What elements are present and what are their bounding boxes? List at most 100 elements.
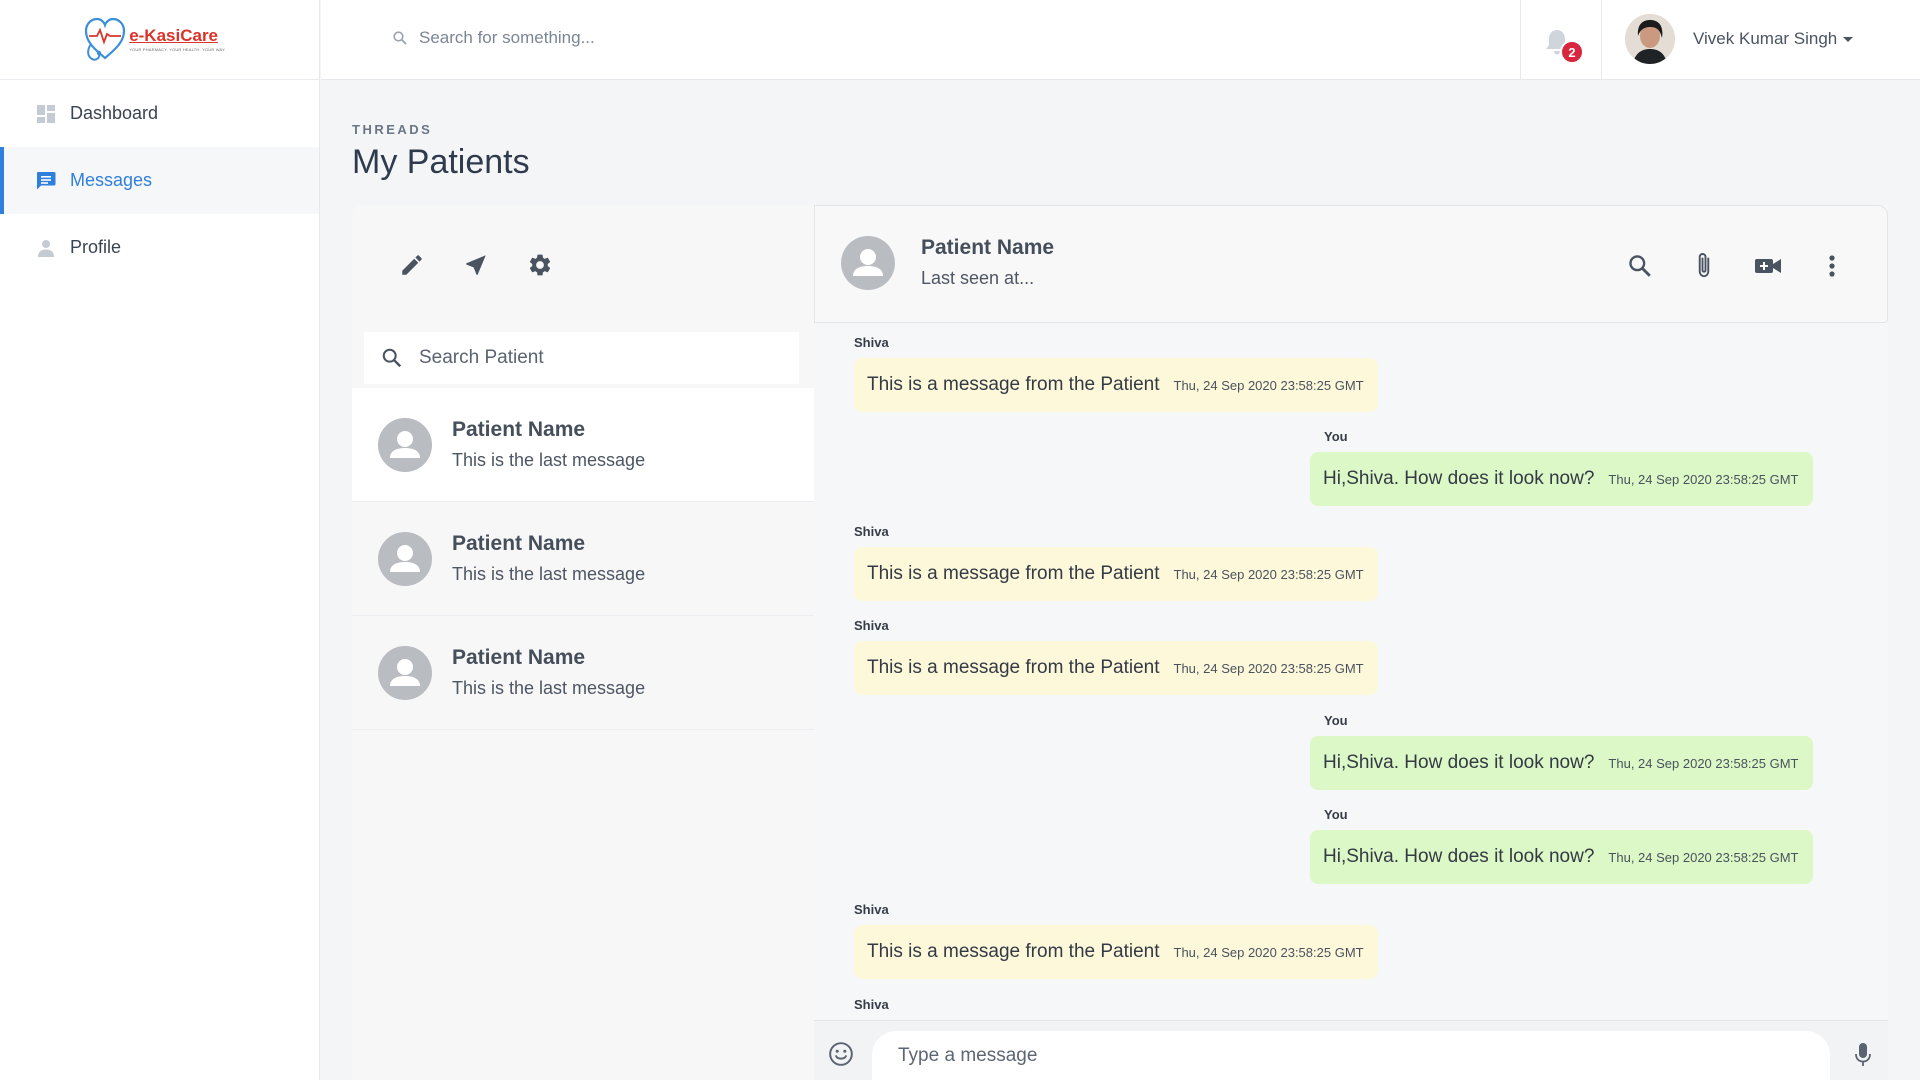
message-text: Hi,Shiva. How does it look now? — [1323, 752, 1595, 773]
user-menu[interactable]: Vivek Kumar Singh — [1625, 14, 1854, 64]
message-time: Thu, 24 Sep 2020 23:58:25 GMT — [1608, 472, 1799, 487]
sidebar: e-KasiCare YOUR PHARMACY. YOUR HEALTH. Y… — [0, 0, 320, 1080]
message-text: Hi,Shiva. How does it look now? — [1323, 468, 1595, 489]
logo-area: e-KasiCare YOUR PHARMACY. YOUR HEALTH. Y… — [0, 0, 319, 80]
settings-button[interactable] — [525, 250, 555, 280]
notifications-button[interactable]: 2 — [1520, 0, 1602, 80]
send-button[interactable] — [461, 250, 491, 280]
message-time: Thu, 24 Sep 2020 23:58:25 GMT — [1173, 661, 1364, 676]
message-sender: You — [1324, 807, 1348, 822]
message-bubble[interactable]: Hi,Shiva. How does it look now? Thu, 24 … — [1310, 452, 1813, 506]
thread-name: Patient Name — [452, 646, 586, 669]
caret-down-icon — [1843, 37, 1854, 42]
microphone-icon — [1855, 1043, 1871, 1066]
person-icon — [36, 238, 56, 258]
message-time: Thu, 24 Sep 2020 23:58:25 GMT — [1173, 945, 1364, 960]
attach-button[interactable] — [1689, 251, 1719, 281]
message-bubble[interactable]: This is a message from the Patient Thu, … — [854, 925, 1378, 979]
video-camera-icon — [1755, 259, 1781, 273]
message-sender: You — [1324, 429, 1348, 444]
threads-toolbar — [352, 205, 814, 325]
message-time: Thu, 24 Sep 2020 23:58:25 GMT — [1173, 567, 1364, 582]
global-search-input[interactable] — [419, 28, 1019, 48]
message-bubble[interactable]: Hi,Shiva. How does it look now? Thu, 24 … — [1310, 830, 1813, 884]
sidebar-item-messages[interactable]: Messages — [0, 147, 319, 214]
chat-contact-status: Last seen at... — [921, 268, 1035, 288]
thread-name: Patient Name — [452, 532, 586, 555]
message-incoming: Shiva This is a message from the Patient… — [854, 524, 1378, 601]
sidebar-item-label: Dashboard — [70, 103, 159, 123]
thread-last-message: This is the last message — [452, 450, 646, 470]
message-time: Thu, 24 Sep 2020 23:58:25 GMT — [1173, 378, 1364, 393]
message-sender: Shiva — [854, 524, 889, 539]
top-bar: 2 Vivek Kumar Singh — [321, 0, 1920, 80]
more-vertical-icon — [1829, 255, 1835, 277]
app-logo[interactable]: e-KasiCare YOUR PHARMACY. YOUR HEALTH. Y… — [83, 14, 226, 66]
page-header: THREADS My Patients — [352, 122, 530, 182]
message-bubble[interactable]: This is a message from the Patient Thu, … — [854, 547, 1378, 601]
message-composer — [814, 1020, 1888, 1080]
message-time: Thu, 24 Sep 2020 23:58:25 GMT — [1608, 850, 1799, 865]
message-sender: Shiva — [854, 997, 889, 1012]
list-item[interactable]: Patient Name This is the last message — [352, 616, 814, 730]
sidebar-item-label: Messages — [70, 170, 153, 190]
avatar — [1625, 14, 1675, 64]
chat-panel: Patient Name Last seen at... Shiva This … — [814, 205, 1888, 1080]
message-time: Thu, 24 Sep 2020 23:58:25 GMT — [1608, 756, 1799, 771]
list-item[interactable]: Patient Name This is the last message — [352, 502, 814, 616]
voice-record-button[interactable] — [1854, 1042, 1872, 1068]
thread-last-message: This is the last message — [452, 564, 646, 584]
message-incoming: Shiva This is a message from the Patient… — [854, 618, 1378, 695]
user-name-text: Vivek Kumar Singh — [1693, 29, 1838, 48]
patient-search-input[interactable] — [419, 347, 779, 369]
sidebar-item-profile[interactable]: Profile — [0, 214, 319, 281]
search-icon — [381, 347, 403, 369]
sidebar-nav: Dashboard Messages Profile — [0, 80, 319, 281]
avatar-placeholder-icon — [378, 417, 432, 472]
message-outgoing: You Hi,Shiva. How does it look now? Thu,… — [1310, 713, 1813, 790]
chat-icon — [36, 171, 56, 191]
chat-contact-name: Patient Name — [921, 236, 1055, 259]
message-incoming: Shiva — [854, 997, 889, 1015]
patient-search — [364, 332, 799, 384]
chat-actions — [1625, 251, 1847, 281]
video-call-button[interactable] — [1753, 251, 1783, 281]
chat-search-button[interactable] — [1625, 251, 1655, 281]
avatar-placeholder-icon — [841, 236, 895, 290]
logo-tagline: YOUR PHARMACY. YOUR HEALTH. YOUR WAY. — [129, 47, 226, 52]
global-search — [393, 28, 1019, 48]
more-options-button[interactable] — [1817, 251, 1847, 281]
compose-button[interactable] — [397, 250, 427, 280]
message-incoming: Shiva This is a message from the Patient… — [854, 902, 1378, 979]
thread-name: Patient Name — [452, 418, 586, 441]
message-bubble[interactable]: This is a message from the Patient Thu, … — [854, 358, 1378, 412]
sidebar-item-dashboard[interactable]: Dashboard — [0, 80, 319, 147]
message-list: Shiva This is a message from the Patient… — [814, 335, 1888, 1015]
smiley-icon — [829, 1042, 853, 1066]
thread-last-message: This is the last message — [452, 678, 646, 698]
heart-stethoscope-icon — [85, 17, 126, 61]
emoji-button[interactable] — [828, 1041, 854, 1067]
message-sender: Shiva — [854, 618, 889, 633]
notification-badge: 2 — [1560, 40, 1584, 64]
message-field — [872, 1031, 1830, 1080]
pencil-icon — [402, 255, 422, 275]
message-text: Hi,Shiva. How does it look now? — [1323, 846, 1595, 867]
message-incoming: Shiva This is a message from the Patient… — [854, 335, 1378, 412]
search-icon — [393, 31, 407, 45]
user-name: Vivek Kumar Singh — [1693, 29, 1854, 49]
dashboard-icon — [36, 104, 56, 124]
message-bubble[interactable]: This is a message from the Patient Thu, … — [854, 641, 1378, 695]
message-text: This is a message from the Patient — [867, 657, 1160, 678]
message-sender: You — [1324, 713, 1348, 728]
message-outgoing: You Hi,Shiva. How does it look now? Thu,… — [1310, 807, 1813, 884]
message-text: This is a message from the Patient — [867, 563, 1160, 584]
search-icon — [1629, 255, 1651, 277]
message-text: This is a message from the Patient — [867, 941, 1160, 962]
message-text: This is a message from the Patient — [867, 374, 1160, 395]
message-bubble[interactable]: Hi,Shiva. How does it look now? Thu, 24 … — [1310, 736, 1813, 790]
message-input[interactable] — [898, 1045, 1798, 1067]
gear-icon — [529, 254, 551, 276]
avatar-placeholder-icon — [378, 645, 432, 700]
list-item[interactable]: Patient Name This is the last message — [352, 388, 814, 502]
